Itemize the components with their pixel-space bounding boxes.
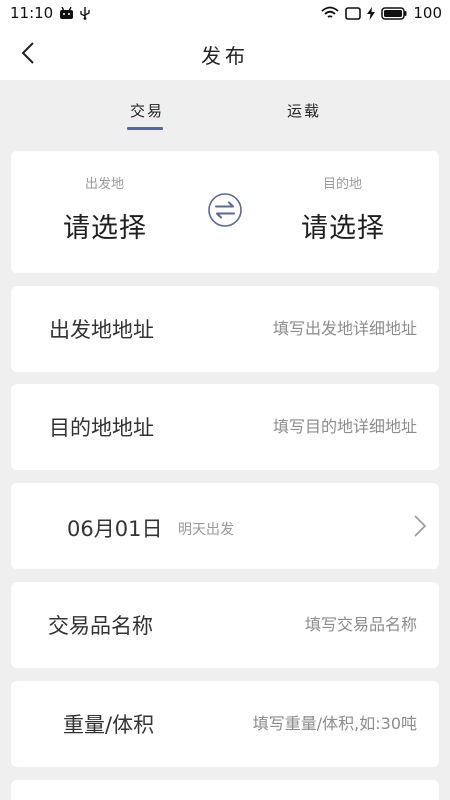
destination-selector[interactable]: 请选择 (301, 206, 385, 245)
destination-address-label: 目的地地址 (49, 416, 154, 440)
origin-label: 出发地 (85, 177, 125, 192)
weight-volume-row: 重量/体积 (11, 681, 439, 767)
origin-selector[interactable]: 请选择 (63, 206, 147, 245)
charging-icon (367, 6, 376, 20)
status-right: 100 (321, 4, 442, 22)
destination-address-row: 目的地地址 (11, 384, 439, 470)
weight-volume-input[interactable] (177, 714, 417, 733)
app-header: 发布 (0, 26, 450, 80)
swap-icon[interactable] (207, 192, 243, 228)
departure-date-value: 06月01日 (67, 517, 163, 541)
origin-address-row: 出发地地址 (11, 286, 439, 372)
tab-bar: 交易 运载 (0, 80, 450, 142)
origin-address-input[interactable] (177, 319, 417, 338)
wifi-icon (321, 6, 339, 18)
goods-name-row: 交易品名称 (11, 582, 439, 668)
route-card: 出发地 请选择 目的地 请选择 (11, 151, 439, 273)
goods-name-input[interactable] (177, 615, 417, 634)
usb-icon (80, 7, 90, 20)
tab-trade[interactable]: 交易 (130, 100, 164, 121)
departure-date-note: 明天出发 (178, 522, 234, 538)
departure-date-row[interactable]: 06月01日 明天出发 (11, 483, 439, 569)
battery-icon (381, 6, 407, 20)
active-tab-indicator (127, 127, 163, 130)
page-title: 发布 (201, 44, 249, 68)
destination-label: 目的地 (323, 177, 363, 192)
android-icon (60, 7, 74, 19)
status-bar: 11:10 100 (0, 0, 450, 26)
weight-volume-label: 重量/体积 (63, 713, 155, 737)
next-form-row (11, 780, 439, 800)
origin-address-label: 出发地地址 (49, 318, 154, 342)
destination-address-input[interactable] (177, 417, 417, 436)
status-left: 11:10 (10, 4, 90, 22)
tab-shipping[interactable]: 运载 (287, 100, 321, 121)
status-time: 11:10 (10, 4, 54, 22)
screen-icon (345, 6, 362, 20)
goods-name-label: 交易品名称 (48, 614, 153, 638)
battery-level: 100 (413, 4, 442, 22)
chevron-right-icon (414, 515, 427, 537)
